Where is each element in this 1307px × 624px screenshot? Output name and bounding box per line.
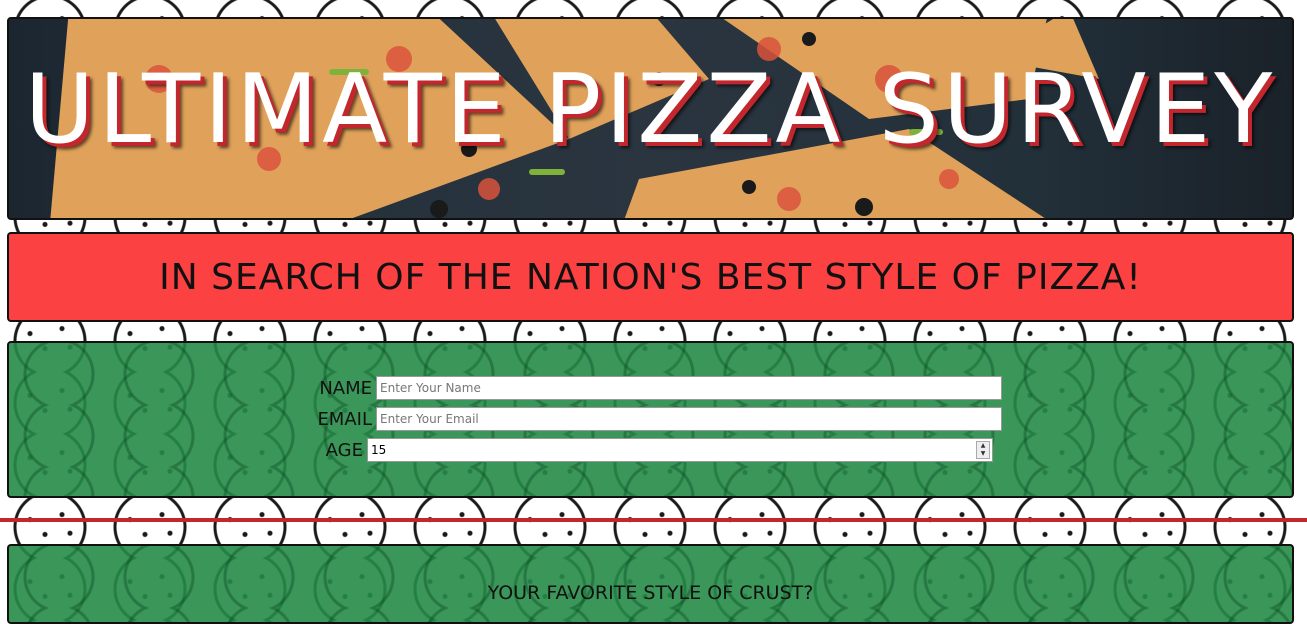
header-banner: ULTIMATE PIZZA SURVEY [7,17,1294,220]
age-stepper[interactable]: ▲ ▼ [976,441,990,459]
email-input[interactable] [376,407,1002,431]
stepper-down-icon[interactable]: ▼ [977,450,989,458]
name-input[interactable] [376,376,1002,400]
age-field: ▲ ▼ [367,438,993,462]
email-row: EMAIL [312,407,1002,431]
age-row: AGE ▲ ▼ [312,438,993,462]
personal-info-section: NAME EMAIL AGE ▲ ▼ [7,341,1294,498]
page-title: ULTIMATE PIZZA SURVEY [24,55,1277,165]
age-label: AGE [325,439,363,461]
crust-section: YOUR FAVORITE STYLE OF CRUST? [7,544,1294,624]
page-subtitle: IN SEARCH OF THE NATION'S BEST STYLE OF … [159,256,1142,298]
subtitle-banner: IN SEARCH OF THE NATION'S BEST STYLE OF … [7,232,1294,322]
email-label: EMAIL [317,408,372,430]
section-divider [0,518,1307,522]
crust-question: YOUR FAVORITE STYLE OF CRUST? [487,582,814,604]
stepper-up-icon[interactable]: ▲ [977,442,989,450]
age-input[interactable] [368,439,958,461]
name-row: NAME [312,376,1002,400]
name-label: NAME [319,377,372,399]
